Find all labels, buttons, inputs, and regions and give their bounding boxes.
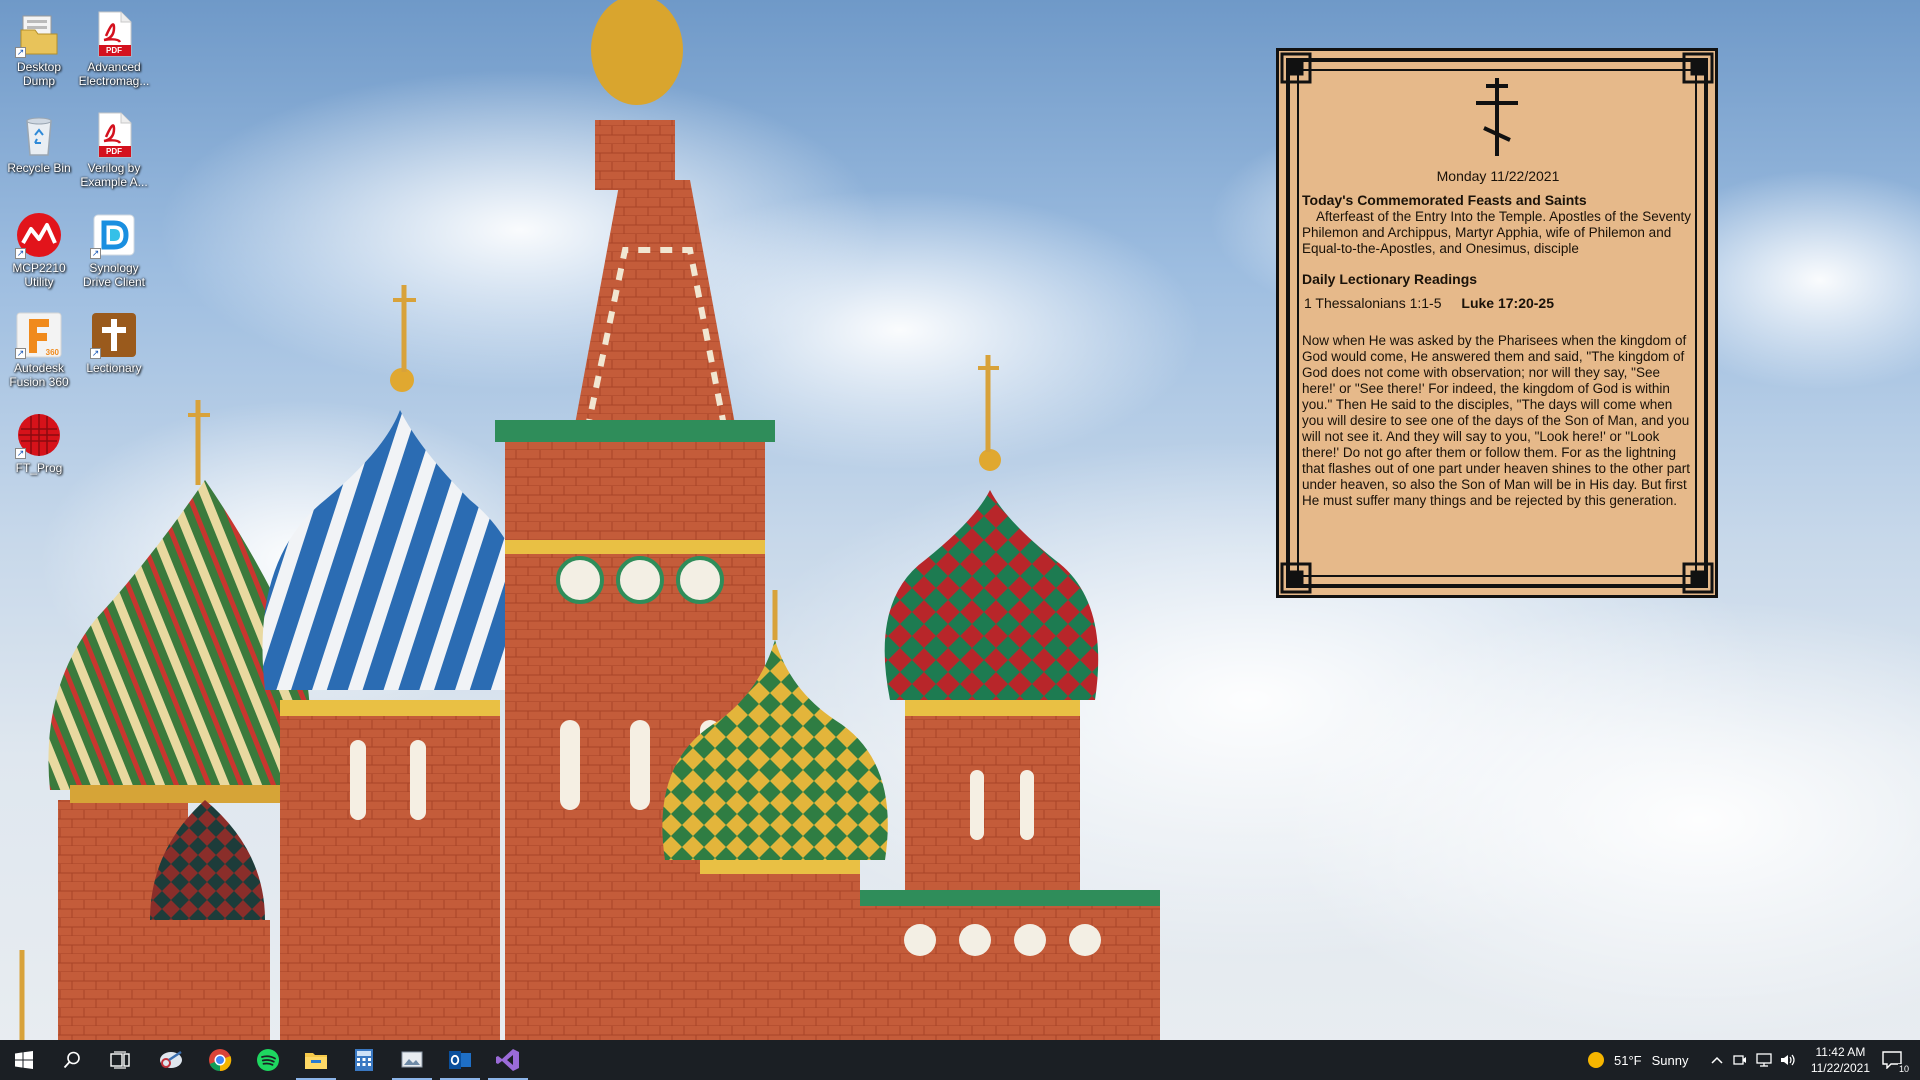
shortcut-arrow-icon: ↗: [90, 248, 101, 259]
calculator-icon: [355, 1049, 373, 1071]
spotify-icon: [257, 1049, 279, 1071]
network-icon: [1756, 1053, 1772, 1067]
shortcut-arrow-icon: ↗: [15, 248, 26, 259]
microchip-icon: ↗: [15, 211, 63, 259]
shortcut-arrow-icon: ↗: [15, 348, 26, 359]
file-explorer-icon: [305, 1053, 327, 1069]
desktop-icon-label: Recycle Bin: [7, 161, 71, 175]
desktop-icon-autodesk-fusion-360[interactable]: 360 ↗ Autodesk Fusion 360: [0, 303, 78, 389]
taskbar-app-visual-studio[interactable]: [484, 1040, 532, 1080]
desktop-icon-label: Synology Drive Client: [82, 261, 145, 289]
feasts-heading: Today's Commemorated Feasts and Saints: [1302, 192, 1587, 208]
search-icon: [63, 1051, 80, 1069]
show-hidden-icons-button[interactable]: [1711, 1040, 1723, 1080]
weather-temperature: 51°F: [1614, 1052, 1642, 1068]
ftprog-icon: ↗: [15, 411, 63, 459]
taskbar-app-chrome[interactable]: [196, 1040, 244, 1080]
photos-icon: [401, 1051, 423, 1068]
notification-count: 10: [1897, 1064, 1910, 1074]
shortcut-arrow-icon: ↗: [15, 448, 26, 459]
network-button[interactable]: [1756, 1040, 1772, 1080]
clock-time: 11:42 AM: [1815, 1045, 1866, 1059]
epistle-reading: 1 Thessalonians 1:1-5: [1304, 295, 1442, 311]
chevron-up-icon: [1711, 1056, 1723, 1064]
widget-content: Monday 11/22/2021 Today's Commemorated F…: [1302, 76, 1694, 509]
camera-icon: [1733, 1055, 1746, 1065]
desktop-icon-label: Autodesk Fusion 360: [9, 361, 69, 389]
shortcut-arrow-icon: ↗: [15, 47, 26, 58]
desktop-icon-label: Advanced Electromag...: [78, 60, 150, 88]
weather-condition: Sunny: [1651, 1052, 1689, 1068]
system-clock[interactable]: 11:42 AM 11/22/2021: [1811, 1044, 1870, 1076]
taskbar-app-photos[interactable]: [388, 1040, 436, 1080]
pdf-badge: PDF: [106, 147, 122, 156]
readings-heading: Daily Lectionary Readings: [1302, 271, 1478, 287]
pdf-icon: PDF: [90, 10, 138, 58]
fusion360-icon: 360 ↗: [15, 311, 63, 359]
desktop-icon-advanced-electromag[interactable]: PDF Advanced Electromag...: [75, 2, 153, 88]
folder-icon: ↗: [15, 10, 63, 58]
taskbar: 51°F Sunny 11:42 AM 11/22/2021 10: [0, 1040, 1920, 1080]
meet-now-button[interactable]: [1733, 1040, 1747, 1080]
shortcut-arrow-icon: ↗: [90, 348, 101, 359]
sun-icon: [1588, 1052, 1604, 1068]
desktop-icon-label: Desktop Dump: [16, 60, 62, 88]
gospel-reading: Luke 17:20-25: [1461, 295, 1554, 311]
pdf-icon: PDF: [90, 111, 138, 159]
task-view-icon: [110, 1051, 130, 1069]
taskbar-app-file-explorer[interactable]: [292, 1040, 340, 1080]
taskbar-app-spotify[interactable]: [244, 1040, 292, 1080]
taskbar-app-calculator[interactable]: [340, 1040, 388, 1080]
speaker-icon: [1781, 1054, 1795, 1066]
visual-studio-icon: [496, 1049, 519, 1071]
chrome-icon: [209, 1049, 232, 1072]
gospel-text: Now when He was asked by the Pharisees w…: [1302, 333, 1691, 508]
weather-widget[interactable]: 51°F Sunny: [1588, 1040, 1688, 1080]
desktop-icon-lectionary[interactable]: ↗ Lectionary: [75, 303, 153, 375]
desktop-icon-ft-prog[interactable]: ↗ FT_Prog: [0, 403, 78, 475]
task-view-button[interactable]: [96, 1040, 144, 1080]
fusion-badge: 360: [45, 348, 59, 357]
lectionary-widget: Monday 11/22/2021 Today's Commemorated F…: [1276, 48, 1718, 598]
desktop-icon-label: FT_Prog: [15, 461, 63, 475]
start-button[interactable]: [0, 1040, 48, 1080]
desktop-icon-label: Lectionary: [86, 361, 142, 375]
desktop-icon-desktop-dump[interactable]: ↗ Desktop Dump: [0, 2, 78, 88]
taskbar-app-outlook[interactable]: [436, 1040, 484, 1080]
feasts-text: Afterfeast of the Entry Into the Temple.…: [1302, 209, 1691, 256]
desktop-icon-label: MCP2210 Utility: [12, 261, 66, 289]
clock-date: 11/22/2021: [1810, 1061, 1870, 1075]
desktop-icon-label: Verilog by Example A...: [80, 161, 148, 189]
lectionary-icon: ↗: [90, 311, 138, 359]
recycle-bin-icon: [15, 111, 63, 159]
pdf-badge: PDF: [106, 46, 122, 55]
desktop-icon-mcp2210-utility[interactable]: ↗ MCP2210 Utility: [0, 203, 78, 289]
volume-button[interactable]: [1780, 1040, 1796, 1080]
outlook-icon: [449, 1051, 471, 1069]
snipping-tool-icon: [160, 1050, 182, 1068]
action-center-button[interactable]: 10: [1868, 1040, 1916, 1080]
readings-list: 1 Thessalonians 1:1-5 Luke 17:20-25: [1302, 295, 1694, 311]
start-icon: [15, 1051, 33, 1069]
desktop-icon-synology-drive-client[interactable]: ↗ Synology Drive Client: [75, 203, 153, 289]
desktop-icon-recycle-bin[interactable]: Recycle Bin: [0, 103, 78, 175]
widget-date: Monday 11/22/2021: [1436, 168, 1560, 184]
synology-drive-icon: ↗: [90, 211, 138, 259]
taskbar-app-snipping-tool[interactable]: [148, 1040, 196, 1080]
desktop-icon-verilog-by-example[interactable]: PDF Verilog by Example A...: [75, 103, 153, 189]
search-button[interactable]: [48, 1040, 96, 1080]
